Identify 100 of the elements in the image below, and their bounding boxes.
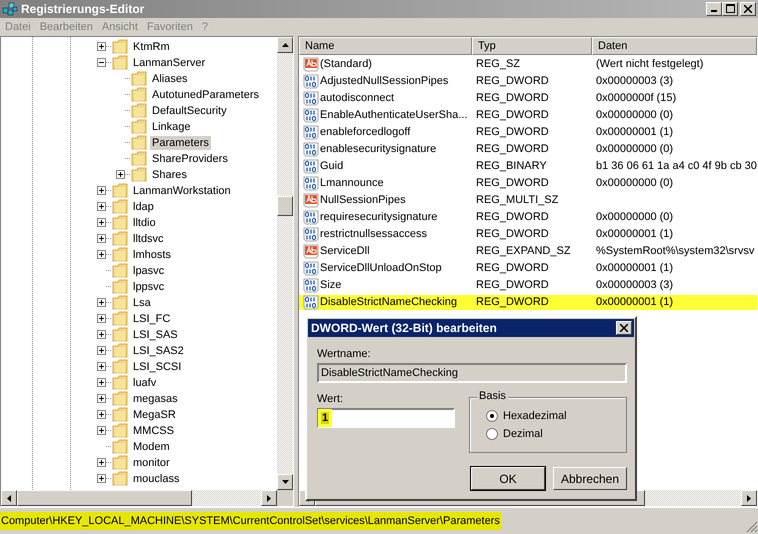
value-name[interactable]: enablesecuritysignature [320, 143, 436, 156]
tree-item[interactable]: AutotunedParameters [150, 88, 262, 102]
tree-item[interactable]: ShareProviders [150, 152, 230, 166]
ok-button[interactable]: OK [471, 467, 545, 490]
tree-item[interactable]: MegaSR [131, 408, 178, 422]
close-button[interactable] [740, 2, 756, 16]
value-data: 0x00000001 (1) [596, 126, 674, 138]
tree-item[interactable]: LSI_SAS [131, 328, 180, 342]
binary-value-icon [303, 176, 319, 191]
value-name[interactable]: Guid [320, 160, 344, 172]
expander-icon[interactable] [97, 458, 106, 468]
tree-item[interactable]: MMCSS [131, 424, 176, 438]
folder-icon [112, 391, 128, 406]
folder-icon [112, 55, 128, 70]
value-input-field[interactable]: 1 [317, 408, 455, 428]
cancel-button[interactable]: Abbrechen [553, 467, 627, 490]
tree-item[interactable]: LanmanWorkstation [131, 184, 233, 198]
radio-icon[interactable] [486, 428, 498, 440]
radio-option[interactable]: Hexadezimal [486, 410, 626, 422]
expander-icon[interactable] [97, 202, 106, 212]
expander-icon[interactable] [97, 298, 106, 308]
expander-icon[interactable] [97, 394, 106, 404]
binary-value-icon [303, 142, 319, 157]
tree-item[interactable]: Aliases [150, 72, 190, 86]
tree-item[interactable]: Modem [131, 440, 172, 454]
value-name[interactable]: DisableStrictNameChecking [320, 296, 457, 308]
expander-icon[interactable] [116, 170, 125, 180]
tree-item[interactable]: megasas [131, 392, 180, 406]
radio-option[interactable]: Dezimal [486, 428, 626, 440]
maximize-button[interactable] [722, 2, 738, 16]
folder-icon [112, 407, 128, 422]
expander-icon[interactable] [97, 250, 106, 260]
value-name[interactable]: (Standard) [320, 58, 372, 70]
tree-item[interactable]: Parameters [150, 136, 211, 150]
tree-item[interactable]: LSI_SCSI [131, 360, 184, 374]
value-name[interactable]: Size [320, 279, 342, 292]
expander-icon[interactable] [97, 218, 106, 228]
column-header[interactable]: Typ [472, 36, 592, 55]
radio-icon[interactable] [486, 410, 498, 422]
value-type: REG_DWORD [476, 228, 549, 240]
tree-item[interactable]: mouclass [131, 472, 182, 486]
tree-item[interactable]: lltdsvc [131, 232, 166, 246]
tree-item[interactable]: ldap [131, 200, 156, 214]
value-name[interactable]: AdjustedNullSessionPipes [320, 75, 448, 88]
value-data: b1 36 06 61 1a a4 c0 4f 9b cb 30 [596, 160, 757, 172]
value-name[interactable]: ServiceDll [320, 245, 370, 258]
value-name[interactable]: restrictnullsessaccess [320, 228, 427, 240]
tree-item[interactable]: luafv [131, 376, 158, 390]
expander-icon[interactable] [97, 426, 106, 436]
expander-icon[interactable] [97, 234, 106, 244]
value-name[interactable]: ServiceDllUnloadOnStop [320, 262, 442, 274]
expander-icon[interactable] [97, 42, 106, 52]
resize-grip-icon[interactable] [746, 521, 758, 534]
value-name[interactable]: NullSessionPipes [320, 194, 406, 206]
scroll-thumb[interactable] [277, 196, 293, 216]
tree-item[interactable]: Shares [150, 168, 189, 182]
value-name[interactable]: Lmannounce [320, 177, 384, 190]
folder-icon [131, 135, 147, 150]
horizontal-scrollbar[interactable] [1, 490, 293, 506]
expander-icon[interactable] [97, 58, 106, 68]
binary-value-icon [303, 124, 319, 140]
vertical-scrollbar[interactable] [277, 36, 293, 490]
tree-item[interactable]: Linkage [150, 120, 193, 134]
value-name-field[interactable]: DisableStrictNameChecking [317, 363, 627, 383]
expander-icon[interactable] [97, 346, 106, 356]
folder-icon [112, 375, 128, 390]
tree-item[interactable]: lmhosts [131, 248, 173, 262]
value-type: REG_DWORD [476, 143, 549, 156]
scroll-thumb[interactable] [17, 490, 192, 506]
tree-item[interactable]: monitor [131, 456, 172, 470]
minimize-button[interactable] [706, 2, 722, 16]
tree-item[interactable]: DefaultSecurity [150, 104, 229, 118]
tree-item[interactable]: KtmRm [131, 40, 172, 54]
value-name[interactable]: autodisconnect [320, 92, 394, 104]
tree-item[interactable]: lltdio [131, 216, 158, 230]
close-button[interactable] [616, 321, 632, 335]
expander-icon[interactable] [97, 410, 106, 420]
expander-icon[interactable] [97, 378, 106, 388]
tree-item[interactable]: Lsa [131, 296, 153, 310]
tree-item[interactable]: LSI_SAS2 [131, 344, 186, 358]
folder-icon [131, 87, 147, 102]
value-name[interactable]: enableforcedlogoff [320, 126, 410, 138]
value-name[interactable]: EnableAuthenticateUserSha... [320, 109, 468, 122]
tree-item[interactable]: lpasvc [131, 264, 166, 278]
expander-icon[interactable] [97, 362, 106, 372]
tree-item[interactable]: lppsvc [131, 280, 166, 294]
binary-value-icon [303, 90, 319, 106]
tree-item[interactable]: LSI_FC [131, 312, 172, 326]
expander-icon[interactable] [97, 330, 106, 340]
value-type: REG_EXPAND_SZ [476, 245, 571, 258]
folder-icon [131, 167, 147, 182]
tree-item[interactable]: LanmanServer [131, 56, 208, 70]
value-type: REG_DWORD [476, 109, 549, 122]
column-header[interactable]: Daten [592, 36, 757, 55]
expander-icon[interactable] [97, 474, 106, 484]
value-name[interactable]: requiresecuritysignature [320, 211, 438, 224]
folder-icon [131, 119, 147, 134]
expander-icon[interactable] [97, 186, 106, 196]
column-header[interactable]: Name [299, 36, 472, 55]
expander-icon[interactable] [97, 314, 106, 324]
